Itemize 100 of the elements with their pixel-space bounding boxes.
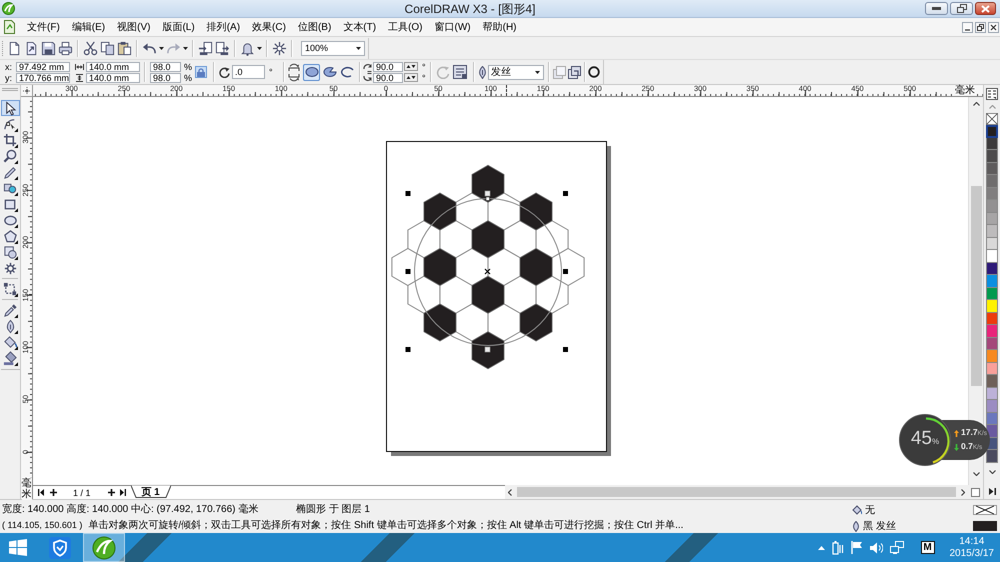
page-icon[interactable]: [4, 20, 15, 34]
color-swatch[interactable]: [986, 175, 998, 188]
color-swatch[interactable]: [986, 350, 998, 362]
speaker-icon[interactable]: [870, 542, 882, 554]
scroll-left-icon[interactable]: [508, 488, 512, 496]
scissors-icon[interactable]: [83, 40, 98, 56]
rotation-field[interactable]: .0: [232, 65, 265, 79]
menu-item[interactable]: 排列(A): [206, 20, 240, 34]
battery-plug-icon[interactable]: [832, 540, 844, 554]
scroll-right-icon[interactable]: [961, 488, 965, 496]
color-swatch[interactable]: [986, 450, 998, 462]
menu-item[interactable]: 版面(L): [162, 20, 195, 34]
restore-button[interactable]: [950, 2, 973, 15]
window-panes-icon[interactable]: [9, 539, 27, 556]
page-arrow-out-icon[interactable]: [215, 40, 230, 56]
position-field[interactable]: 97.492 mm: [16, 62, 70, 72]
color-swatch[interactable]: [986, 200, 998, 212]
color-swatch[interactable]: [986, 275, 998, 288]
horizontal-scrollbar[interactable]: [505, 485, 968, 499]
ring-icon[interactable]: [588, 66, 600, 78]
flip-horizontal-icon[interactable]: [288, 62, 300, 72]
page-tab[interactable]: 页 1: [130, 485, 171, 498]
clipboard-icon[interactable]: [117, 40, 132, 56]
page-arrow-in-icon[interactable]: [198, 40, 213, 56]
menu-item[interactable]: 位图(B): [298, 20, 332, 34]
selection-handle[interactable]: [406, 191, 410, 196]
node-marker[interactable]: [486, 196, 490, 201]
color-swatch[interactable]: [986, 362, 998, 375]
page-icon[interactable]: [7, 40, 22, 56]
bell-icon[interactable]: [240, 40, 255, 56]
angle-field[interactable]: 90.0: [373, 72, 403, 82]
app-logo-icon[interactable]: [2, 2, 15, 15]
ruler-origin-icon[interactable]: [22, 86, 30, 94]
color-swatch[interactable]: [986, 400, 998, 412]
menu-item[interactable]: 帮助(H): [482, 20, 517, 34]
caret-down-icon[interactable]: [535, 70, 540, 74]
selection-handle[interactable]: [563, 269, 568, 274]
restore-icon[interactable]: [975, 22, 986, 32]
color-swatch[interactable]: [986, 212, 998, 225]
color-swatch[interactable]: [986, 288, 998, 300]
caret-down-icon[interactable]: [257, 46, 262, 50]
page-arrow-icon[interactable]: [24, 40, 39, 56]
color-swatch[interactable]: [986, 238, 998, 250]
caret-down-icon[interactable]: [356, 46, 361, 50]
plus-icon[interactable]: [108, 489, 115, 496]
size-field[interactable]: 140.0 mm: [86, 72, 140, 82]
zoom-level-dropdown[interactable]: 100%: [301, 40, 365, 56]
color-swatch[interactable]: [986, 312, 998, 325]
menu-item[interactable]: 视图(V): [117, 20, 150, 34]
color-swatch[interactable]: [986, 125, 998, 138]
caret-down-icon[interactable]: [183, 46, 188, 50]
shape-mode-button[interactable]: [303, 64, 320, 80]
taskbar-app-button[interactable]: [83, 533, 125, 562]
color-swatch[interactable]: [986, 262, 998, 275]
page-lines-icon[interactable]: [453, 65, 467, 79]
clock-date[interactable]: 2015/3/17: [950, 548, 994, 560]
selection-handle[interactable]: [484, 190, 490, 196]
tool-button[interactable]: [0, 148, 20, 164]
scroll-up-icon[interactable]: [972, 102, 980, 106]
expand-palette-icon[interactable]: [988, 488, 996, 495]
close-icon[interactable]: [988, 22, 999, 32]
menu-item[interactable]: 文本(T): [343, 20, 376, 34]
scrollbar-thumb[interactable]: [970, 186, 982, 386]
angle-field[interactable]: 90.0: [373, 62, 403, 72]
selection-handle[interactable]: [563, 191, 568, 196]
selection-handle[interactable]: [406, 269, 410, 274]
close-button[interactable]: [975, 2, 996, 15]
scale-field[interactable]: 98.0: [150, 72, 181, 82]
menu-item[interactable]: 编辑(E): [72, 20, 106, 34]
position-field[interactable]: 170.766 mm: [16, 72, 70, 82]
caret-up-icon[interactable]: [818, 546, 824, 550]
tool-button[interactable]: [0, 100, 20, 116]
color-swatch[interactable]: [986, 375, 998, 388]
color-swatch[interactable]: [986, 150, 998, 162]
flip-vertical-icon[interactable]: [288, 72, 300, 82]
scroll-down-icon[interactable]: [972, 472, 980, 476]
flag-icon[interactable]: [850, 541, 862, 554]
pages-arrow-icon[interactable]: [568, 66, 581, 78]
copy-pages-icon[interactable]: [100, 40, 115, 56]
circle-outline[interactable]: [414, 198, 562, 346]
spinner-arrows-icon[interactable]: [404, 73, 418, 82]
color-swatch[interactable]: [986, 188, 998, 200]
minimize-icon[interactable]: [962, 22, 973, 32]
menu-item[interactable]: 工具(O): [388, 20, 423, 34]
last-page-icon[interactable]: [120, 489, 126, 496]
caret-down-icon[interactable]: [159, 46, 164, 50]
color-swatch[interactable]: [986, 325, 998, 338]
color-swatch[interactable]: [986, 388, 998, 400]
size-field[interactable]: 140.0 mm: [86, 62, 140, 72]
spinner-arrows-icon[interactable]: [404, 62, 418, 71]
printer-icon[interactable]: [58, 40, 73, 56]
scrollbar-thumb[interactable]: [517, 487, 956, 497]
scroll-down-icon[interactable]: [988, 470, 996, 474]
color-swatch[interactable]: [986, 338, 998, 350]
selection-handle[interactable]: [484, 346, 490, 352]
menu-item[interactable]: 文件(F): [27, 20, 60, 34]
menu-item[interactable]: 窗口(W): [434, 20, 471, 34]
no-color-swatch-icon[interactable]: [986, 113, 998, 125]
color-swatch[interactable]: [986, 250, 998, 262]
color-swatch[interactable]: [986, 138, 998, 150]
